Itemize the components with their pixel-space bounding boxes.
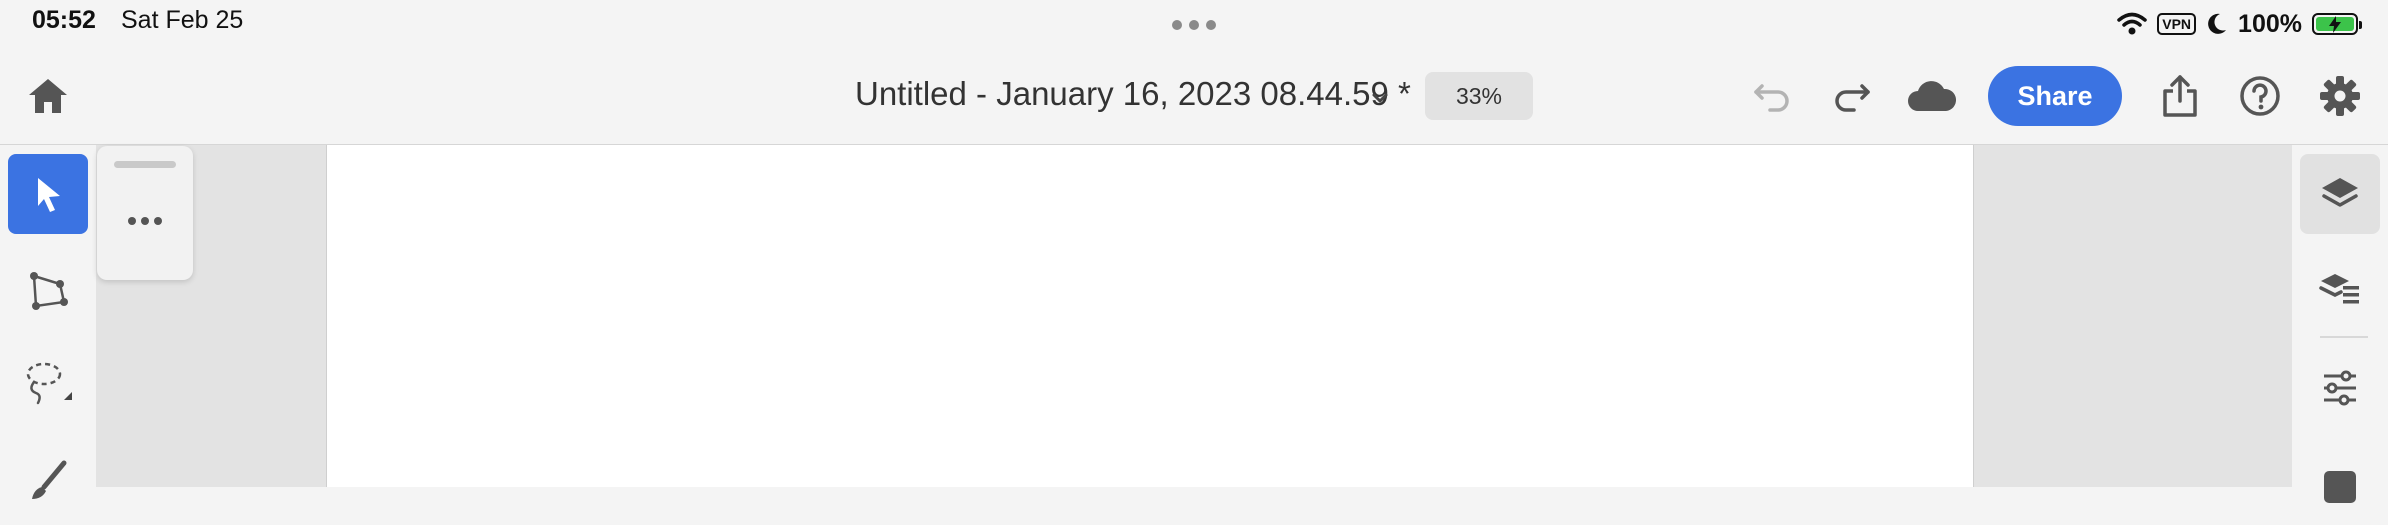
- sliders-icon: [2324, 370, 2356, 406]
- layers-panel-button[interactable]: [2300, 154, 2380, 234]
- drag-handle[interactable]: [114, 161, 176, 168]
- chevron-down-icon[interactable]: [1368, 86, 1392, 110]
- undo-icon: [1754, 84, 1789, 112]
- multitasking-dots-icon[interactable]: [1172, 20, 1216, 30]
- arrow-pointer-icon: [38, 178, 60, 212]
- layers-list-icon: [2319, 274, 2359, 304]
- battery-icon: [2312, 13, 2362, 35]
- tool-rail: [0, 145, 96, 499]
- layers-icon: [2322, 178, 2358, 207]
- export-icon: [2163, 75, 2197, 117]
- selection-tool[interactable]: [8, 154, 88, 234]
- panel-divider: [2320, 336, 2368, 338]
- zoom-level-button[interactable]: 33%: [1425, 72, 1533, 120]
- undo-button[interactable]: [1748, 72, 1796, 120]
- layer-properties-button[interactable]: [2300, 248, 2380, 328]
- tool-options-popover: [97, 146, 193, 280]
- lasso-icon: [26, 362, 72, 405]
- app-toolbar: Untitled - January 16, 2023 08.44.59 * 3…: [0, 48, 2388, 145]
- artboard[interactable]: [326, 145, 1974, 487]
- brush-tool[interactable]: [8, 441, 88, 521]
- wifi-icon: [2117, 12, 2147, 35]
- status-bar: 05:52 Sat Feb 25 VPN 100%: [0, 0, 2388, 48]
- redo-button[interactable]: [1828, 72, 1876, 120]
- more-options-icon[interactable]: [125, 206, 165, 236]
- cloud-icon: [1908, 81, 1957, 111]
- status-indicators: VPN 100%: [2117, 8, 2362, 40]
- vpn-badge: VPN: [2157, 13, 2197, 35]
- polygon-anchor-icon: [30, 272, 68, 310]
- help-button[interactable]: [2236, 72, 2284, 120]
- adjustments-panel-button[interactable]: [2300, 348, 2380, 428]
- lasso-tool[interactable]: [8, 345, 88, 425]
- home-icon: [29, 79, 67, 113]
- status-date: Sat Feb 25: [121, 6, 244, 34]
- gear-icon: [2320, 76, 2360, 116]
- home-button[interactable]: [22, 72, 74, 120]
- share-button[interactable]: Share: [1988, 66, 2122, 126]
- battery-percent: 100%: [2238, 9, 2302, 38]
- help-icon: [2240, 76, 2280, 116]
- cloud-sync-button[interactable]: [1904, 72, 1960, 120]
- brush-icon: [32, 460, 67, 499]
- direct-selection-tool[interactable]: [8, 250, 88, 330]
- status-time: 05:52: [32, 6, 96, 34]
- moon-icon: [2208, 13, 2227, 34]
- panel-rail: [2292, 145, 2388, 503]
- color-panel-button[interactable]: [2300, 445, 2380, 525]
- settings-button[interactable]: [2316, 72, 2364, 120]
- document-title[interactable]: Untitled - January 16, 2023 08.44.59 *: [855, 75, 1411, 113]
- export-button[interactable]: [2156, 70, 2204, 122]
- redo-icon: [1835, 84, 1870, 112]
- color-swatch-icon: [2324, 471, 2356, 503]
